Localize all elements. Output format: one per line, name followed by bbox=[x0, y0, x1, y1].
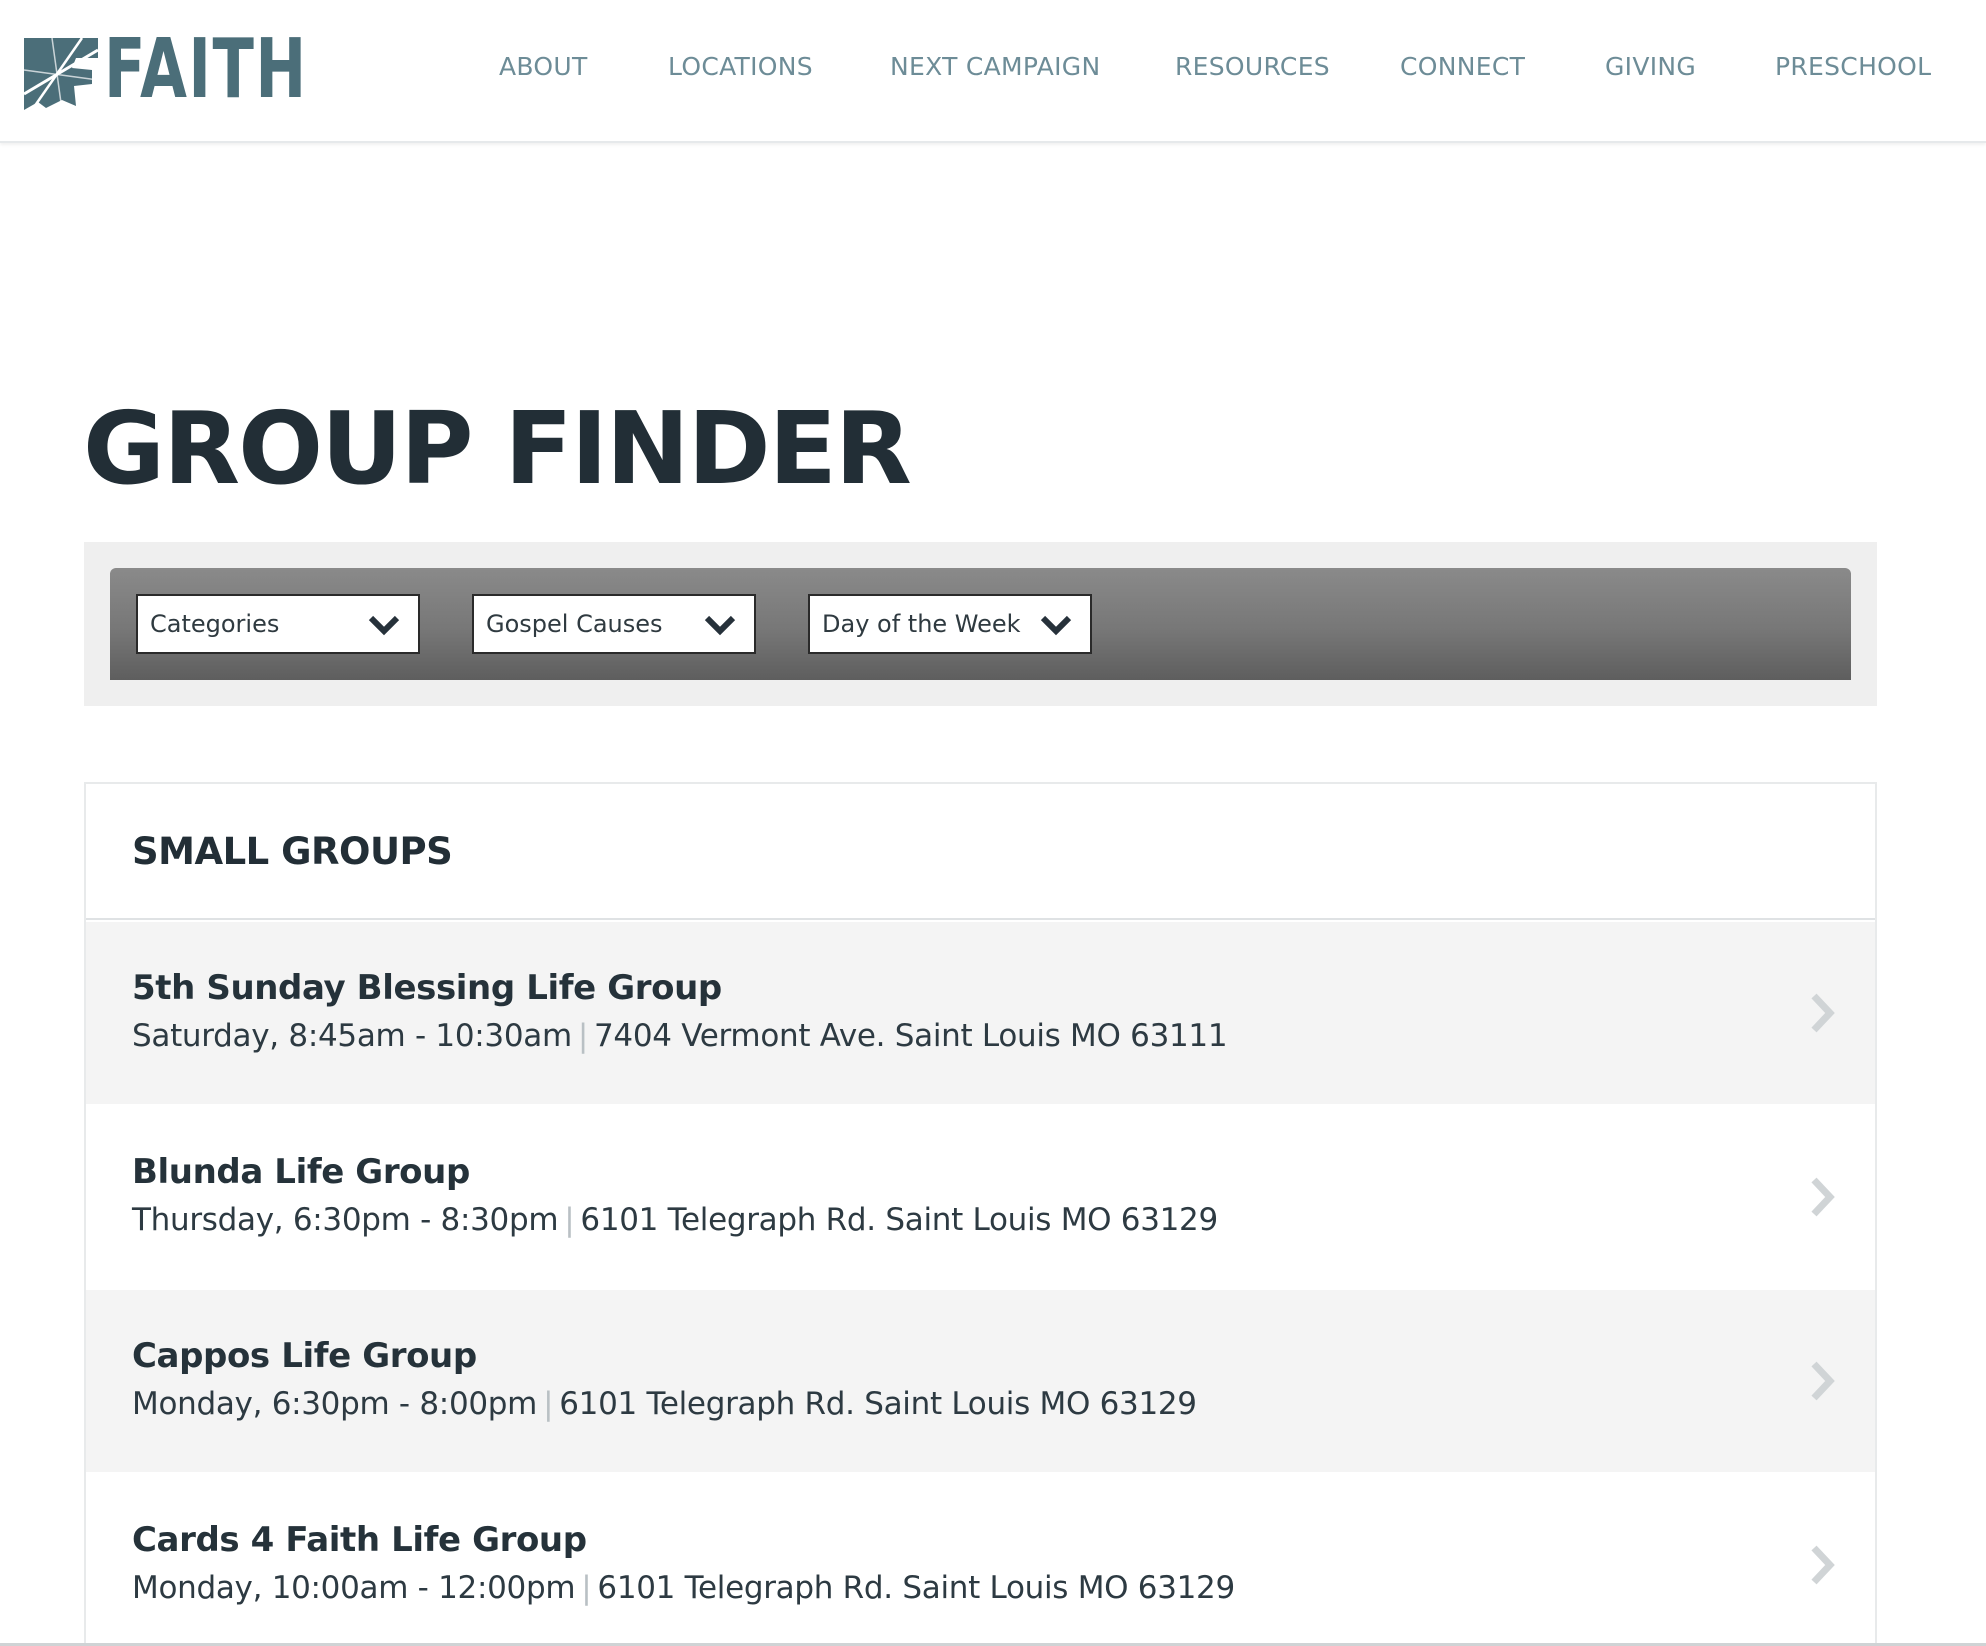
nav-item-connect[interactable]: CONNECT bbox=[1400, 52, 1525, 81]
group-meta: Monday, 10:00am - 12:00pm | 6101 Telegraph… bbox=[132, 1570, 1235, 1606]
group-meta: Monday, 6:30pm - 8:00pm | 6101 Telegraph R… bbox=[132, 1386, 1197, 1422]
group-row[interactable]: Blunda Life Group Thursday, 6:30pm - 8:3… bbox=[86, 1106, 1875, 1288]
gospel-causes-select-label: Gospel Causes bbox=[486, 610, 663, 638]
filter-panel: Categories Gospel Causes Day of the Week bbox=[84, 542, 1877, 706]
nav-item-giving[interactable]: GIVING bbox=[1605, 52, 1696, 81]
page: FAITH ABOUT LOCATIONS NEXT CAMPAIGN RESO… bbox=[0, 0, 1986, 1646]
group-schedule: Monday, 10:00am - 12:00pm bbox=[132, 1570, 576, 1606]
categories-select[interactable]: Categories bbox=[136, 594, 420, 654]
group-name: Cards 4 Faith Life Group bbox=[132, 1520, 587, 1560]
main-nav: ABOUT LOCATIONS NEXT CAMPAIGN RESOURCES … bbox=[0, 0, 1986, 140]
meta-separator: | bbox=[543, 1386, 554, 1422]
chevron-down-icon bbox=[368, 615, 400, 636]
group-name: Cappos Life Group bbox=[132, 1336, 477, 1376]
page-title: GROUP FINDER bbox=[83, 390, 912, 507]
chevron-right-icon bbox=[1811, 1545, 1835, 1585]
small-groups-list: SMALL GROUPS 5th Sunday Blessing Life Gr… bbox=[84, 782, 1877, 1646]
group-name: Blunda Life Group bbox=[132, 1152, 470, 1192]
nav-item-about[interactable]: ABOUT bbox=[499, 52, 588, 81]
group-schedule: Monday, 6:30pm - 8:00pm bbox=[132, 1386, 538, 1422]
group-schedule: Saturday, 8:45am - 10:30am bbox=[132, 1018, 572, 1054]
day-of-week-select[interactable]: Day of the Week bbox=[808, 594, 1092, 654]
group-address: 6101 Telegraph Rd. Saint Louis MO 63129 bbox=[580, 1202, 1218, 1238]
group-address: 7404 Vermont Ave. Saint Louis MO 63111 bbox=[594, 1018, 1228, 1054]
day-of-week-select-label: Day of the Week bbox=[822, 610, 1021, 638]
group-address: 6101 Telegraph Rd. Saint Louis MO 63129 bbox=[559, 1386, 1197, 1422]
meta-separator: | bbox=[564, 1202, 575, 1238]
filter-bar: Categories Gospel Causes Day of the Week bbox=[110, 568, 1851, 680]
group-address: 6101 Telegraph Rd. Saint Louis MO 63129 bbox=[597, 1570, 1235, 1606]
group-meta: Saturday, 8:45am - 10:30am | 7404 Vermont … bbox=[132, 1018, 1228, 1054]
nav-item-locations[interactable]: LOCATIONS bbox=[668, 52, 813, 81]
group-name: 5th Sunday Blessing Life Group bbox=[132, 968, 722, 1008]
group-row[interactable]: Cappos Life Group Monday, 6:30pm - 8:00p… bbox=[86, 1290, 1875, 1472]
chevron-down-icon bbox=[704, 615, 736, 636]
chevron-right-icon bbox=[1811, 993, 1835, 1033]
section-title: SMALL GROUPS bbox=[132, 830, 453, 873]
nav-item-preschool[interactable]: PRESCHOOL bbox=[1775, 52, 1931, 81]
meta-separator: | bbox=[577, 1018, 588, 1054]
nav-item-resources[interactable]: RESOURCES bbox=[1175, 52, 1330, 81]
group-row[interactable]: 5th Sunday Blessing Life Group Saturday,… bbox=[86, 922, 1875, 1104]
categories-select-label: Categories bbox=[150, 610, 280, 638]
group-row[interactable]: Cards 4 Faith Life Group Monday, 10:00am… bbox=[86, 1474, 1875, 1646]
meta-separator: | bbox=[581, 1570, 592, 1606]
gospel-causes-select[interactable]: Gospel Causes bbox=[472, 594, 756, 654]
nav-item-next-campaign[interactable]: NEXT CAMPAIGN bbox=[890, 52, 1100, 81]
list-header: SMALL GROUPS bbox=[86, 784, 1875, 920]
chevron-right-icon bbox=[1811, 1361, 1835, 1401]
group-schedule: Thursday, 6:30pm - 8:30pm bbox=[132, 1202, 559, 1238]
site-header: FAITH ABOUT LOCATIONS NEXT CAMPAIGN RESO… bbox=[0, 0, 1986, 143]
chevron-right-icon bbox=[1811, 1177, 1835, 1217]
group-meta: Thursday, 6:30pm - 8:30pm | 6101 Telegraph… bbox=[132, 1202, 1218, 1238]
chevron-down-icon bbox=[1040, 615, 1072, 636]
